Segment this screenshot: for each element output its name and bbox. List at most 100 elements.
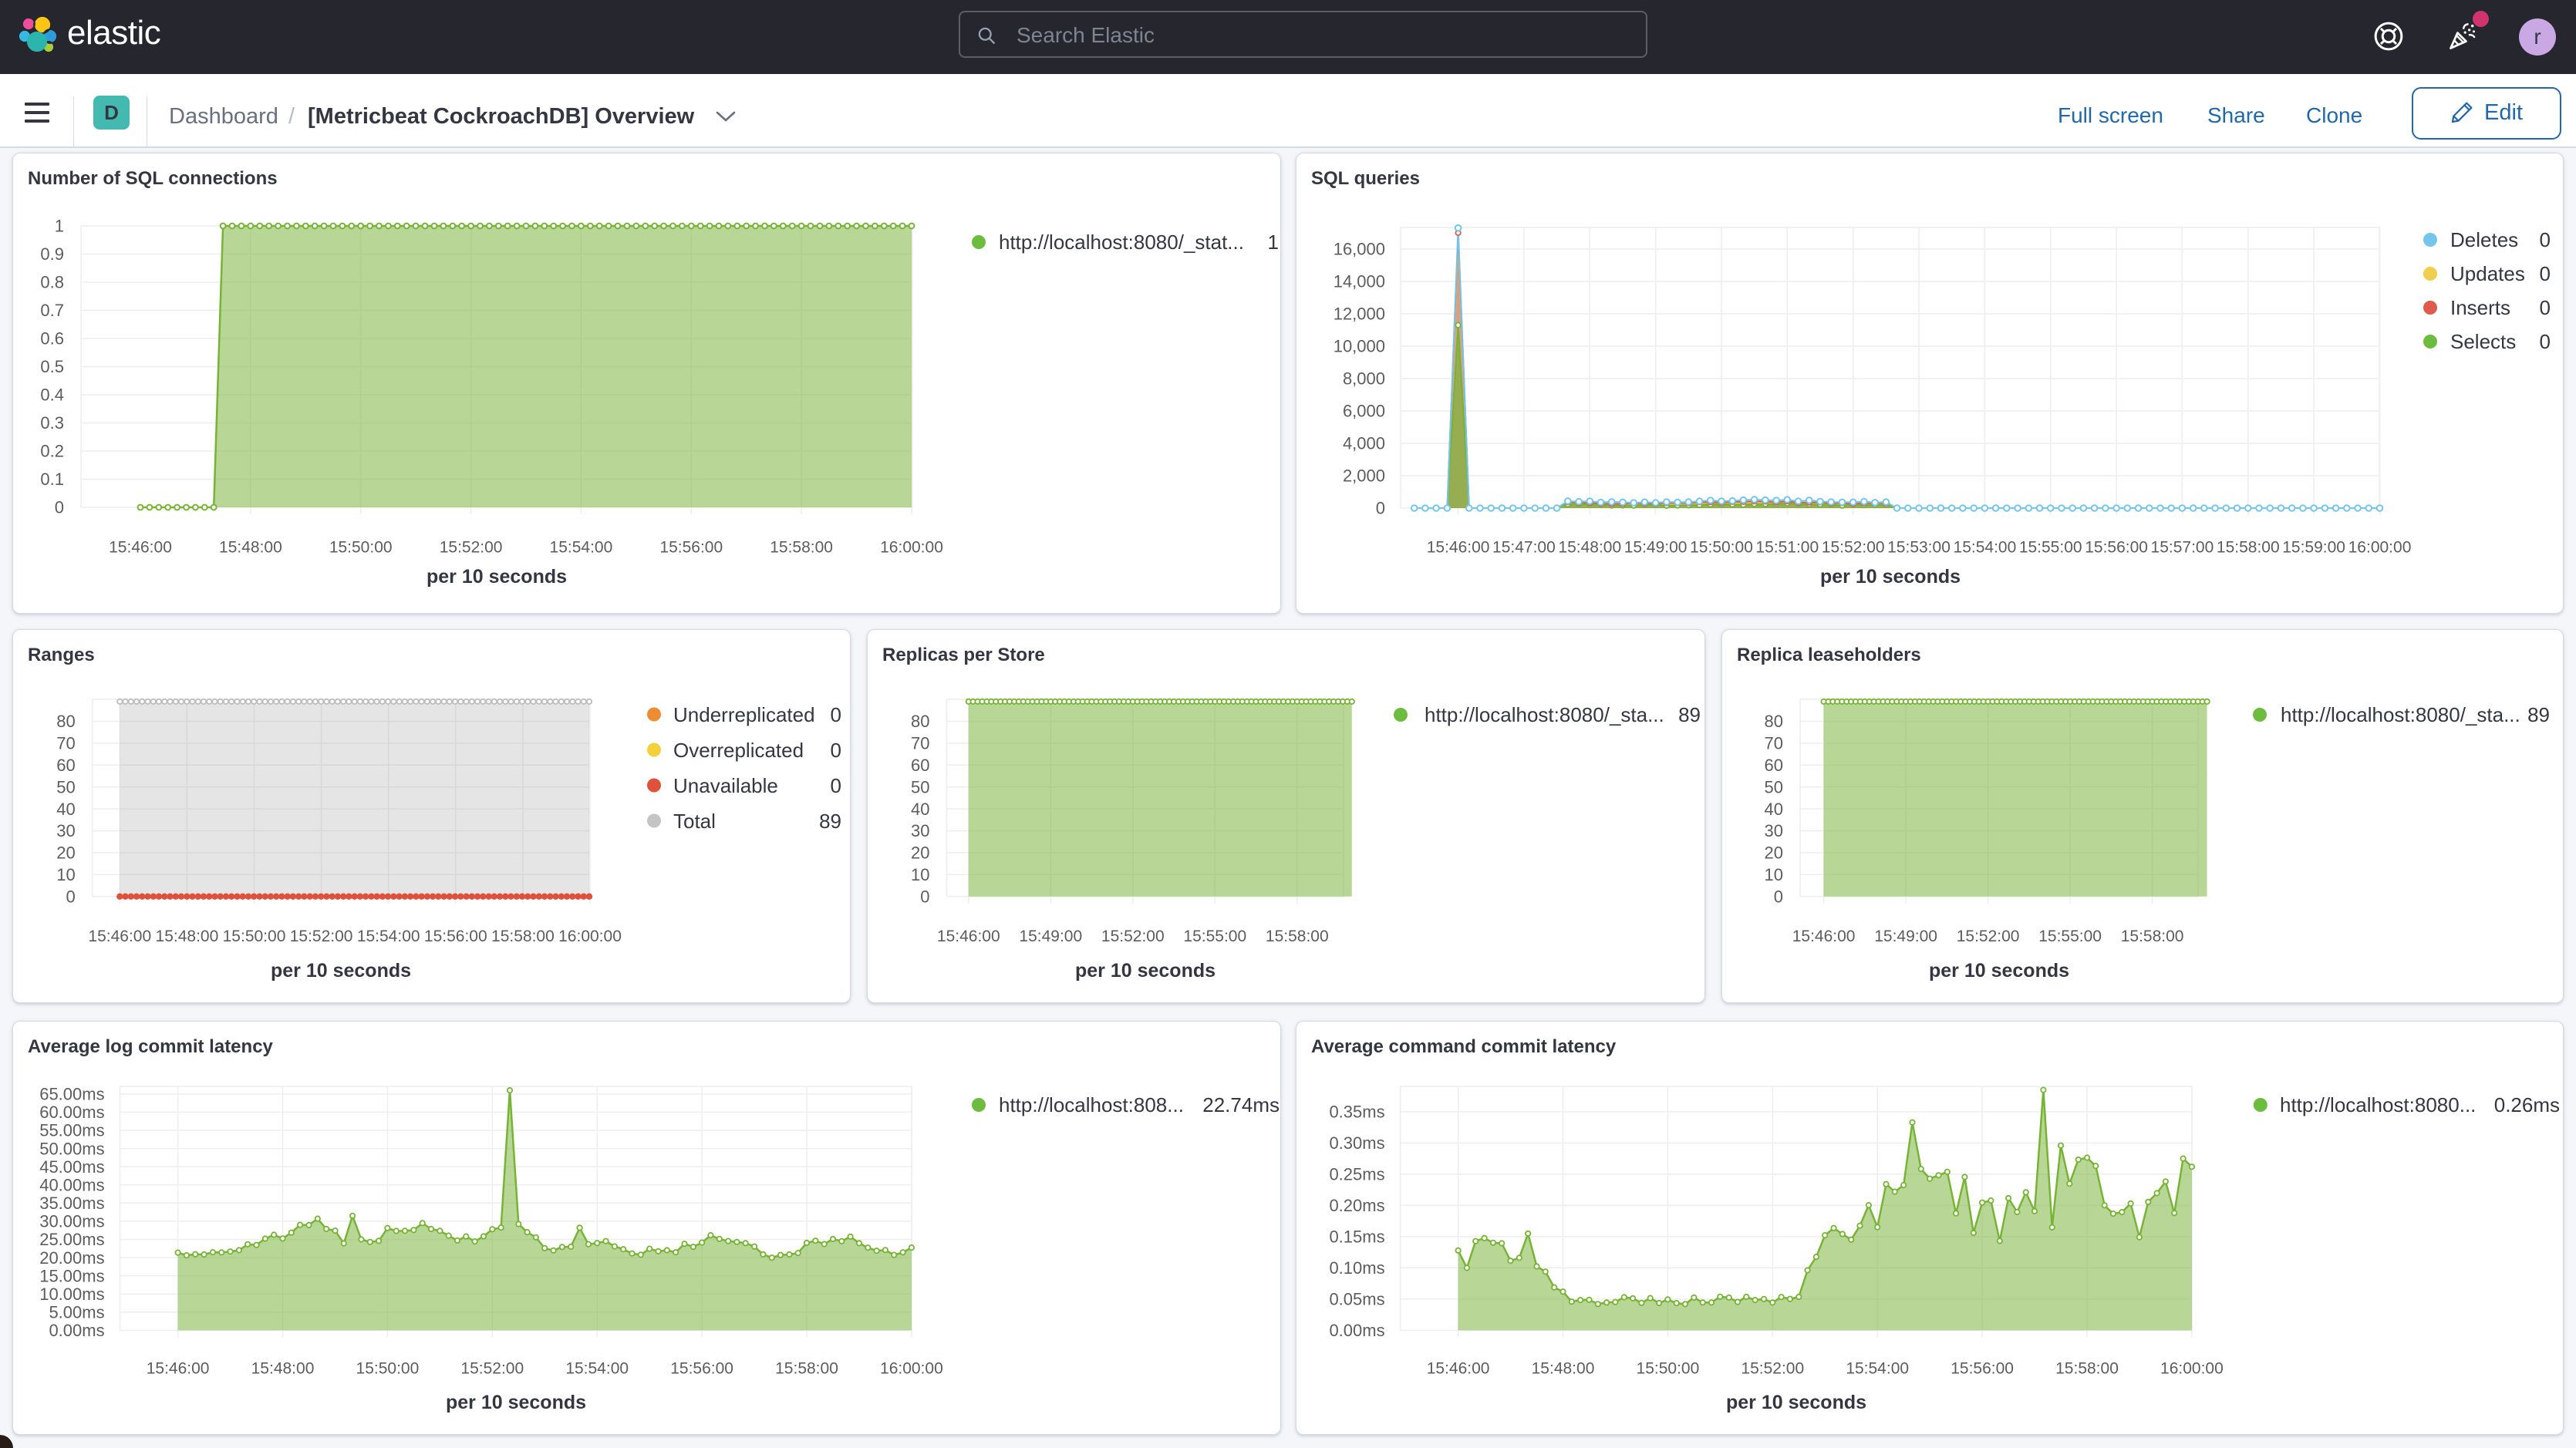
svg-text:25.00ms: 25.00ms <box>39 1230 104 1249</box>
svg-text:16:00:00: 16:00:00 <box>880 1359 943 1377</box>
svg-text:15:46:00: 15:46:00 <box>1427 1359 1490 1377</box>
svg-text:60: 60 <box>1765 756 1783 775</box>
svg-text:SQL queries: SQL queries <box>1311 168 1420 189</box>
svg-text:0.4: 0.4 <box>40 386 64 405</box>
svg-text:0.5: 0.5 <box>40 357 64 376</box>
svg-text:60.00ms: 60.00ms <box>39 1103 104 1122</box>
svg-text:15:54:00: 15:54:00 <box>550 538 613 556</box>
svg-text:30.00ms: 30.00ms <box>39 1212 104 1231</box>
svg-text:Ranges: Ranges <box>28 645 95 665</box>
svg-text:15:55:00: 15:55:00 <box>2019 538 2082 556</box>
svg-text:15:52:00: 15:52:00 <box>1957 928 2020 945</box>
svg-text:15:58:00: 15:58:00 <box>1266 928 1329 945</box>
svg-text:50: 50 <box>1765 777 1783 796</box>
svg-text:0: 0 <box>831 703 841 726</box>
svg-text:15:46:00: 15:46:00 <box>147 1359 210 1377</box>
svg-text:0.8: 0.8 <box>40 273 64 292</box>
svg-text:0: 0 <box>55 498 64 517</box>
svg-text:0.00ms: 0.00ms <box>49 1321 104 1340</box>
svg-text:15:54:00: 15:54:00 <box>565 1359 629 1377</box>
svg-text:15:56:00: 15:56:00 <box>659 538 723 556</box>
svg-text:0.7: 0.7 <box>40 301 64 320</box>
svg-text:15:50:00: 15:50:00 <box>223 928 286 945</box>
svg-text:80: 80 <box>56 712 75 731</box>
svg-text:http://localhost:8080/_sta...: http://localhost:8080/_sta... <box>1425 703 1664 726</box>
svg-text:50.00ms: 50.00ms <box>39 1139 104 1158</box>
svg-text:15:49:00: 15:49:00 <box>1874 928 1937 945</box>
svg-text:80: 80 <box>1765 712 1783 731</box>
svg-text:15:46:00: 15:46:00 <box>937 928 1000 945</box>
svg-text:0: 0 <box>2540 330 2551 353</box>
svg-text:0.35ms: 0.35ms <box>1329 1103 1384 1122</box>
svg-text:0.6: 0.6 <box>40 329 64 349</box>
svg-text:per 10 seconds: per 10 seconds <box>271 960 411 982</box>
svg-text:30: 30 <box>911 821 929 840</box>
svg-text:15:58:00: 15:58:00 <box>770 538 833 556</box>
svg-text:15.00ms: 15.00ms <box>39 1266 104 1285</box>
svg-text:per 10 seconds: per 10 seconds <box>1820 566 1961 588</box>
svg-text:30: 30 <box>1765 821 1783 840</box>
svg-text:40.00ms: 40.00ms <box>39 1175 104 1194</box>
svg-text:0: 0 <box>2540 296 2551 319</box>
svg-text:0: 0 <box>920 887 929 906</box>
svg-text:15:46:00: 15:46:00 <box>88 928 151 945</box>
svg-text:15:50:00: 15:50:00 <box>1690 538 1753 556</box>
svg-text:15:52:00: 15:52:00 <box>1822 538 1885 556</box>
svg-text:15:53:00: 15:53:00 <box>1887 538 1951 556</box>
svg-text:70: 70 <box>911 734 929 753</box>
svg-text:45.00ms: 45.00ms <box>39 1157 104 1177</box>
svg-text:http://localhost:8080/_sta...: http://localhost:8080/_sta... <box>2281 703 2520 726</box>
svg-text:0.30ms: 0.30ms <box>1329 1133 1384 1153</box>
svg-text:10: 10 <box>911 865 929 884</box>
svg-text:15:54:00: 15:54:00 <box>1846 1359 1909 1377</box>
svg-text:15:58:00: 15:58:00 <box>2217 538 2280 556</box>
svg-text:2,000: 2,000 <box>1343 466 1385 486</box>
svg-text:10: 10 <box>56 865 75 884</box>
svg-text:15:56:00: 15:56:00 <box>1951 1359 2014 1377</box>
svg-text:15:58:00: 15:58:00 <box>775 1359 838 1377</box>
svg-text:0: 0 <box>66 887 75 906</box>
svg-text:12,000: 12,000 <box>1334 305 1385 324</box>
svg-text:0: 0 <box>1774 887 1783 906</box>
svg-text:15:52:00: 15:52:00 <box>1101 928 1165 945</box>
svg-text:15:46:00: 15:46:00 <box>109 538 172 556</box>
svg-text:0.25ms: 0.25ms <box>1329 1165 1384 1184</box>
svg-text:0.15ms: 0.15ms <box>1329 1227 1384 1247</box>
svg-text:6,000: 6,000 <box>1343 402 1385 421</box>
svg-text:15:59:00: 15:59:00 <box>2282 538 2345 556</box>
svg-text:65.00ms: 65.00ms <box>39 1085 104 1104</box>
svg-text:http://localhost:808...: http://localhost:808... <box>999 1093 1184 1116</box>
svg-text:16:00:00: 16:00:00 <box>2160 1359 2224 1377</box>
svg-text:15:48:00: 15:48:00 <box>219 538 282 556</box>
svg-text:Updates: Updates <box>2450 262 2525 285</box>
svg-text:http://localhost:8080...: http://localhost:8080... <box>2280 1093 2476 1116</box>
svg-text:per 10 seconds: per 10 seconds <box>446 1392 586 1413</box>
svg-text:15:49:00: 15:49:00 <box>1624 538 1688 556</box>
svg-text:15:52:00: 15:52:00 <box>290 928 353 945</box>
svg-text:15:50:00: 15:50:00 <box>1637 1359 1700 1377</box>
svg-text:5.00ms: 5.00ms <box>49 1303 104 1322</box>
svg-text:35.00ms: 35.00ms <box>39 1194 104 1213</box>
svg-text:20: 20 <box>911 844 929 863</box>
svg-text:per 10 seconds: per 10 seconds <box>1929 960 2069 982</box>
svg-text:15:56:00: 15:56:00 <box>2085 538 2148 556</box>
svg-text:0: 0 <box>2540 262 2551 285</box>
svg-text:15:47:00: 15:47:00 <box>1492 538 1556 556</box>
svg-text:15:55:00: 15:55:00 <box>1183 928 1246 945</box>
svg-text:15:49:00: 15:49:00 <box>1019 928 1082 945</box>
svg-text:0.20ms: 0.20ms <box>1329 1196 1384 1215</box>
svg-text:50: 50 <box>56 777 75 796</box>
svg-text:0.05ms: 0.05ms <box>1329 1290 1384 1309</box>
svg-text:Average log commit latency: Average log commit latency <box>28 1036 274 1057</box>
svg-text:0.9: 0.9 <box>40 244 64 264</box>
svg-text:40: 40 <box>1765 800 1783 819</box>
svg-text:0: 0 <box>831 774 841 797</box>
svg-text:15:48:00: 15:48:00 <box>1558 538 1621 556</box>
svg-text:Number of SQL connections: Number of SQL connections <box>28 168 278 189</box>
svg-text:10: 10 <box>1765 865 1783 884</box>
svg-text:0.3: 0.3 <box>40 413 64 433</box>
svg-text:0.00ms: 0.00ms <box>1329 1321 1384 1340</box>
svg-text:40: 40 <box>56 800 75 819</box>
svg-text:0: 0 <box>831 739 841 762</box>
svg-text:15:57:00: 15:57:00 <box>2151 538 2214 556</box>
